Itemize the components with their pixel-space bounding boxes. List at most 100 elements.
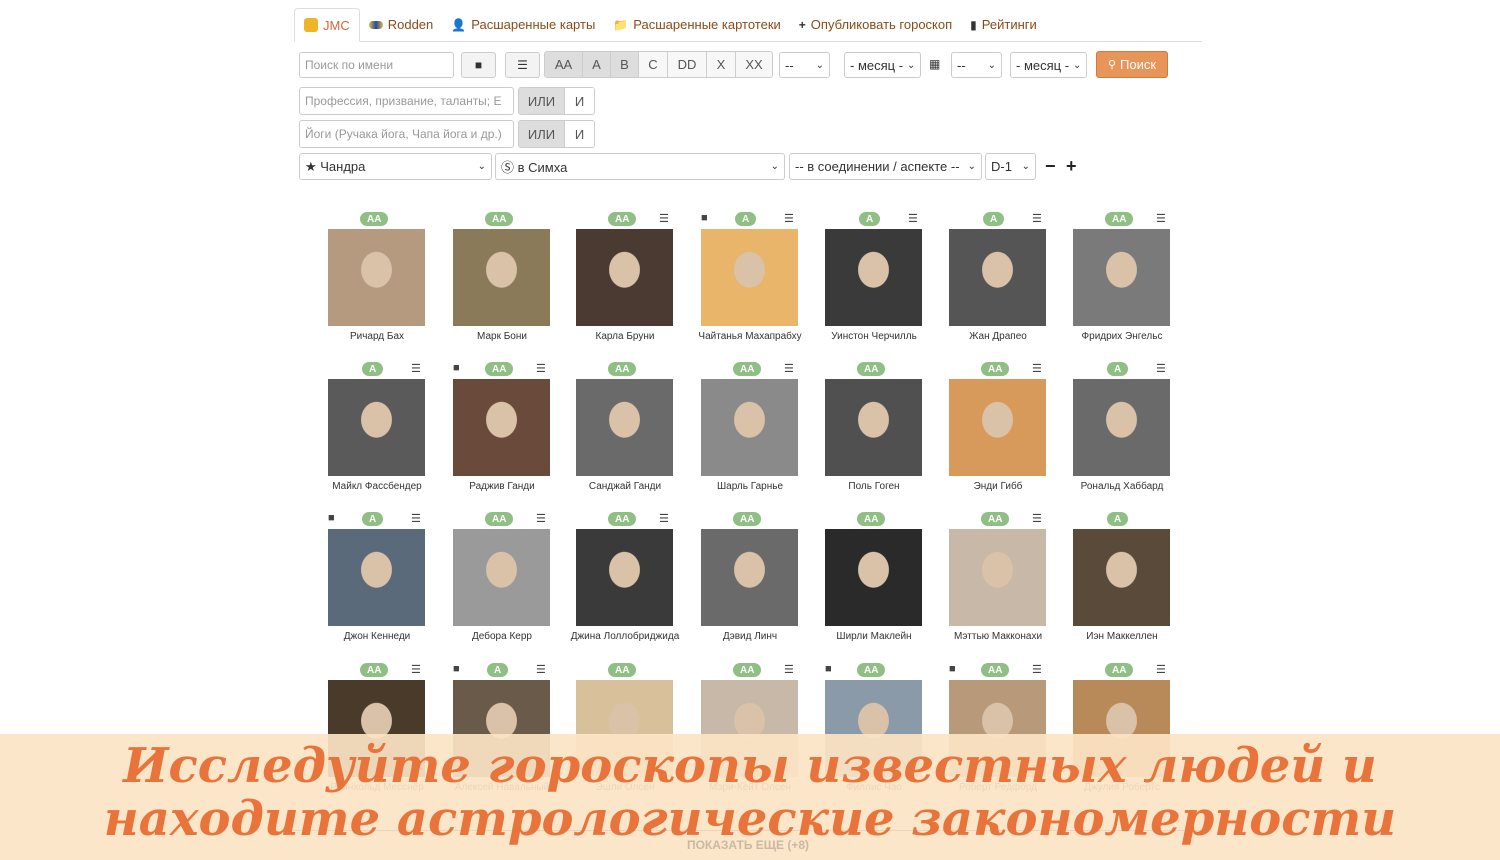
list-icon[interactable]: ☰	[1032, 512, 1042, 525]
tab-shared-files[interactable]: 📁 Расшаренные картотеки	[604, 8, 789, 41]
person-card[interactable]: AA ☰ Фридрих Энгельс	[1060, 212, 1190, 352]
person-name[interactable]: Джина Лоллобриджида	[563, 631, 687, 642]
person-name[interactable]: Ширли Маклейн	[812, 631, 936, 642]
person-name[interactable]: Раджив Ганди	[440, 481, 564, 492]
list-icon[interactable]: ☰	[659, 512, 669, 525]
rating-b-button[interactable]: B	[611, 52, 639, 77]
person-card[interactable]: AA Санджай Ганди	[563, 362, 693, 502]
sign-select[interactable]: Ⓢ в Симха ⌄	[495, 153, 785, 180]
list-icon[interactable]: ☰	[1032, 212, 1042, 225]
person-card[interactable]: A ☰ Майкл Фассбендер	[315, 362, 445, 502]
list-icon[interactable]: ☰	[1032, 663, 1042, 676]
person-name[interactable]: Санджай Ганди	[563, 481, 687, 492]
person-card[interactable]: A ■ ☰ Чайтанья Махапрабху	[688, 212, 818, 352]
comment-icon[interactable]: ■	[328, 512, 335, 524]
person-card[interactable]: AA ☰ Джина Лоллобриджида	[563, 512, 693, 652]
person-photo[interactable]	[825, 379, 922, 476]
person-card[interactable]: A ☰ Уинстон Черчилль	[812, 212, 942, 352]
person-photo[interactable]	[328, 379, 425, 476]
planet-select[interactable]: ★ Чандра ⌄	[299, 153, 492, 180]
person-card[interactable]: AA ☰ Шарль Гарнье	[688, 362, 818, 502]
person-photo[interactable]	[1073, 379, 1170, 476]
profession-or-button[interactable]: ИЛИ	[519, 88, 565, 114]
tab-jmc[interactable]: JMC	[294, 8, 360, 42]
person-name[interactable]: Дэвид Линч	[688, 631, 812, 642]
person-name[interactable]: Уинстон Черчилль	[812, 331, 936, 342]
list-icon[interactable]: ☰	[1156, 663, 1166, 676]
person-name[interactable]: Майкл Фассбендер	[315, 481, 439, 492]
rating-dd-button[interactable]: DD	[668, 52, 707, 77]
rating-xx-button[interactable]: XX	[736, 52, 772, 77]
person-photo[interactable]	[701, 379, 798, 476]
person-photo[interactable]	[328, 529, 425, 626]
person-card[interactable]: AA Дэвид Линч	[688, 512, 818, 652]
tab-rodden[interactable]: Rodden	[360, 8, 443, 41]
tab-ratings[interactable]: ▮ Рейтинги	[961, 8, 1046, 41]
person-photo[interactable]	[825, 229, 922, 326]
rating-c-button[interactable]: C	[639, 52, 668, 77]
add-condition-button[interactable]: +	[1066, 156, 1077, 177]
person-card[interactable]: AA ☰ Мэттью Макконахи	[936, 512, 1066, 652]
person-photo[interactable]	[949, 379, 1046, 476]
day-to-select[interactable]: -- ⌄	[951, 52, 1002, 78]
list-icon[interactable]: ☰	[1032, 362, 1042, 375]
list-icon[interactable]: ☰	[784, 362, 794, 375]
list-icon[interactable]: ☰	[908, 212, 918, 225]
list-icon[interactable]: ☰	[659, 212, 669, 225]
person-photo[interactable]	[576, 379, 673, 476]
list-icon[interactable]: ☰	[536, 512, 546, 525]
name-search-input[interactable]: Поиск по имени	[299, 52, 454, 78]
person-card[interactable]: A ☰ Жан Драпео	[936, 212, 1066, 352]
list-icon[interactable]: ☰	[1156, 362, 1166, 375]
person-card[interactable]: AA Ричард Бах	[315, 212, 445, 352]
person-card[interactable]: AA Ширли Маклейн	[812, 512, 942, 652]
comment-icon[interactable]: ■	[825, 663, 832, 675]
person-photo[interactable]	[576, 529, 673, 626]
list-icon[interactable]: ☰	[411, 362, 421, 375]
person-photo[interactable]	[1073, 229, 1170, 326]
person-name[interactable]: Иэн Маккеллен	[1060, 631, 1184, 642]
rating-aa-button[interactable]: AA	[545, 52, 583, 77]
search-button[interactable]: ⚲ Поиск	[1096, 51, 1168, 78]
yoga-and-button[interactable]: И	[565, 121, 594, 147]
aspect-select[interactable]: -- в соединении / аспекте -- ⌄	[789, 153, 982, 180]
day-from-select[interactable]: -- ⌄	[779, 52, 830, 78]
month-from-select[interactable]: - месяц - ⌄	[844, 52, 921, 78]
person-photo[interactable]	[825, 529, 922, 626]
list-icon[interactable]: ☰	[1156, 212, 1166, 225]
profession-and-button[interactable]: И	[565, 88, 594, 114]
person-card[interactable]: AA Марк Бони	[440, 212, 570, 352]
list-icon[interactable]: ☰	[784, 663, 794, 676]
person-photo[interactable]	[576, 229, 673, 326]
person-name[interactable]: Рональд Хаббард	[1060, 481, 1184, 492]
yoga-input[interactable]: Йоги (Ручака йога, Чапа йога и др.)	[299, 120, 514, 148]
person-name[interactable]: Фридрих Энгельс	[1060, 331, 1184, 342]
varga-select[interactable]: D-1 ⌄	[985, 153, 1036, 180]
person-photo[interactable]	[949, 229, 1046, 326]
person-photo[interactable]	[701, 529, 798, 626]
person-name[interactable]: Мэттью Макконахи	[936, 631, 1060, 642]
person-card[interactable]: AA Поль Гоген	[812, 362, 942, 502]
person-card[interactable]: AA ☰ Энди Гибб	[936, 362, 1066, 502]
person-photo[interactable]	[453, 529, 550, 626]
person-photo[interactable]	[1073, 529, 1170, 626]
month-to-select[interactable]: - месяц - ⌄	[1010, 52, 1087, 78]
profession-input[interactable]: Профессия, призвание, таланты; Е	[299, 87, 514, 115]
person-name[interactable]: Жан Драпео	[936, 331, 1060, 342]
person-photo[interactable]	[328, 229, 425, 326]
comment-icon[interactable]: ■	[453, 362, 460, 374]
comments-filter-button[interactable]: ■	[461, 52, 496, 78]
list-icon[interactable]: ☰	[536, 663, 546, 676]
person-name[interactable]: Поль Гоген	[812, 481, 936, 492]
tab-publish[interactable]: + Опубликовать гороскоп	[790, 8, 961, 41]
list-icon[interactable]: ☰	[411, 663, 421, 676]
person-name[interactable]: Джон Кеннеди	[315, 631, 439, 642]
list-icon[interactable]: ☰	[411, 512, 421, 525]
person-card[interactable]: A ■ ☰ Джон Кеннеди	[315, 512, 445, 652]
yoga-or-button[interactable]: ИЛИ	[519, 121, 565, 147]
list-icon[interactable]: ☰	[536, 362, 546, 375]
comment-icon[interactable]: ■	[701, 212, 708, 224]
person-name[interactable]: Чайтанья Махапрабху	[688, 331, 812, 342]
person-photo[interactable]	[453, 379, 550, 476]
person-name[interactable]: Энди Гибб	[936, 481, 1060, 492]
